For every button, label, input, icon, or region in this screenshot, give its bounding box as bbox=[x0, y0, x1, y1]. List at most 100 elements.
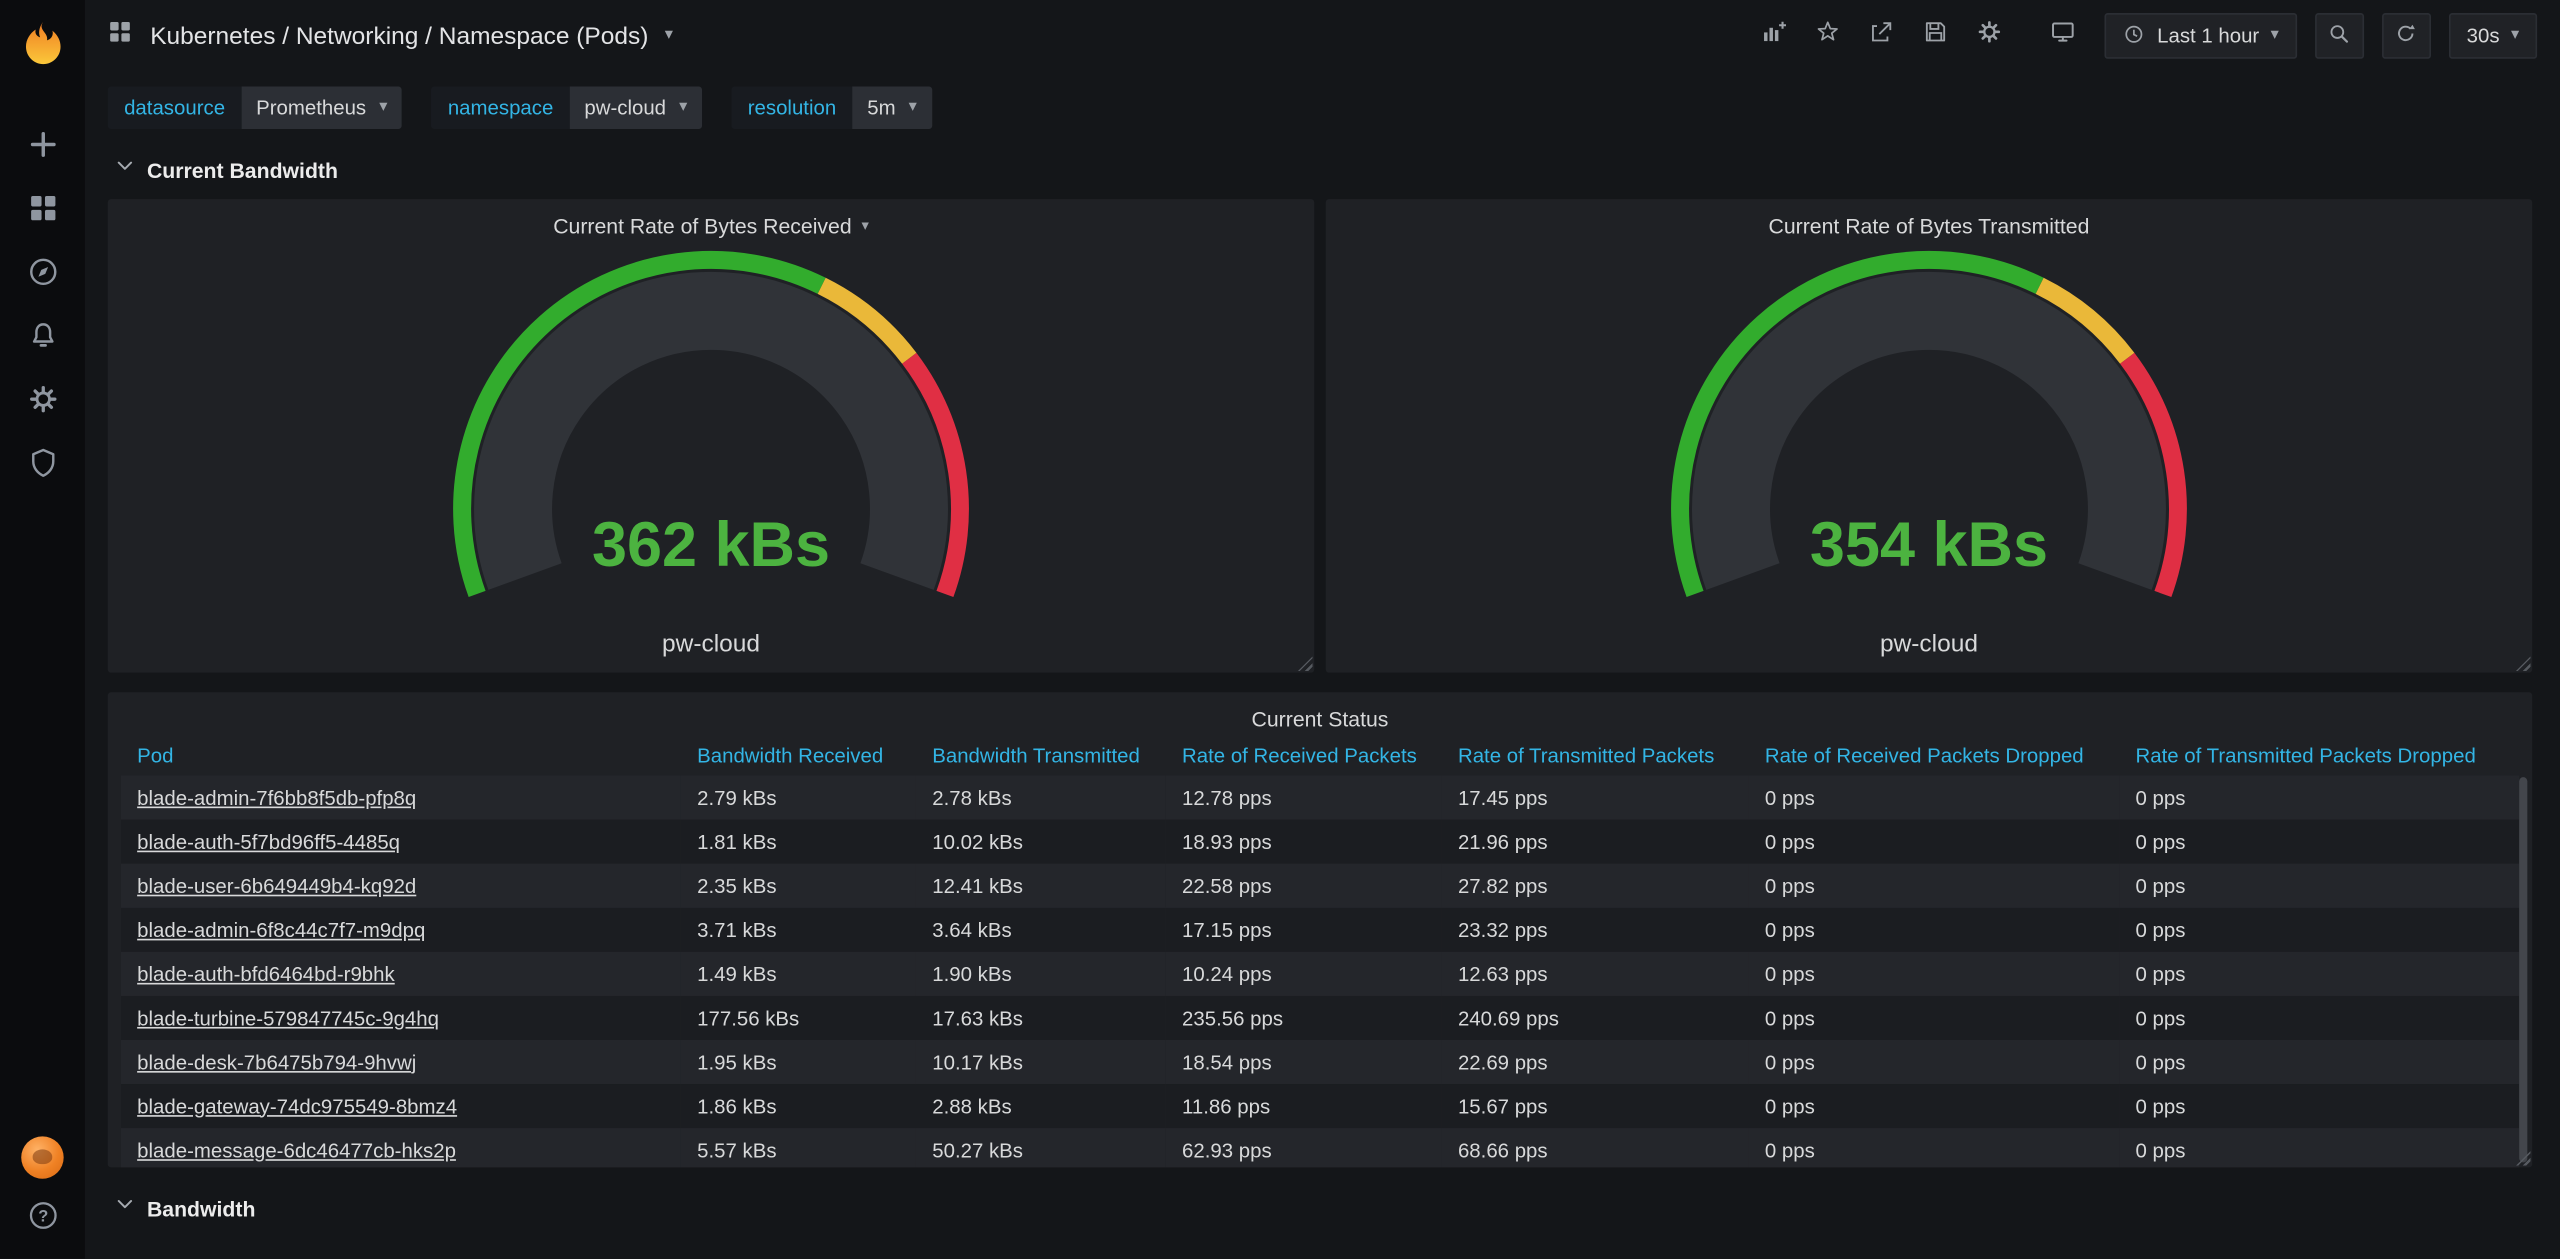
column-header-rate-of-received-packets-dropped[interactable]: Rate of Received Packets Dropped bbox=[1749, 735, 2120, 776]
pod-link[interactable]: blade-user-6b649449b4-kq92d bbox=[137, 874, 416, 897]
pod-link[interactable]: blade-desk-7b6475b794-9hvwj bbox=[137, 1051, 416, 1074]
column-header-pod[interactable]: Pod bbox=[121, 735, 681, 776]
variable-value-dropdown[interactable]: Prometheus ▾ bbox=[241, 87, 402, 129]
table-scrollbar[interactable] bbox=[2519, 777, 2527, 1162]
panel-title-button[interactable]: Current Status bbox=[108, 692, 2532, 734]
help-icon: ? bbox=[25, 1198, 59, 1240]
panel-title-button[interactable]: Current Rate of Bytes Received ▾ bbox=[108, 199, 1315, 241]
bell-icon bbox=[25, 318, 59, 360]
variable-value: pw-cloud bbox=[584, 96, 666, 119]
chevron-down-icon: ▾ bbox=[665, 28, 673, 44]
gear-icon bbox=[1975, 18, 2003, 54]
pod-cell: blade-auth-bfd6464bd-r9bhk bbox=[121, 952, 681, 996]
status-table-body: blade-admin-7f6bb8f5db-pfp8q2.79 kBs2.78… bbox=[121, 776, 2519, 1168]
pod-cell: blade-gateway-74dc975549-8bmz4 bbox=[121, 1084, 681, 1128]
metric-cell: 0 pps bbox=[1749, 908, 2120, 952]
zoom-out-button[interactable] bbox=[2315, 13, 2364, 59]
magnifier-icon bbox=[2327, 21, 2351, 50]
sidebar-bottom: ? bbox=[21, 1136, 63, 1239]
row-toggle-bandwidth[interactable]: Bandwidth bbox=[114, 1193, 2532, 1222]
metric-cell: 0 pps bbox=[1749, 1040, 2120, 1084]
pod-link[interactable]: blade-turbine-579847745c-9g4hq bbox=[137, 1007, 439, 1030]
variable-value-dropdown[interactable]: 5m ▾ bbox=[853, 87, 932, 129]
metric-cell: 17.63 kBs bbox=[916, 996, 1166, 1040]
refresh-button[interactable] bbox=[2382, 13, 2431, 59]
pod-cell: blade-admin-6f8c44c7f7-m9dpq bbox=[121, 908, 681, 952]
metric-cell: 17.15 pps bbox=[1166, 908, 1442, 952]
refresh-interval-button[interactable]: 30s ▾ bbox=[2449, 13, 2537, 59]
gauge-chart: 354 kBs bbox=[1326, 245, 2533, 650]
save-button[interactable] bbox=[1917, 18, 1953, 54]
variable-value-dropdown[interactable]: pw-cloud ▾ bbox=[570, 87, 702, 129]
variable-datasource: datasource Prometheus ▾ bbox=[108, 87, 402, 129]
server-admin-button[interactable] bbox=[23, 447, 62, 486]
metric-cell: 0 pps bbox=[1749, 1128, 2120, 1167]
sidebar: ? bbox=[0, 0, 85, 1259]
metric-cell: 23.32 pps bbox=[1442, 908, 1749, 952]
pod-cell: blade-user-6b649449b4-kq92d bbox=[121, 864, 681, 908]
star-button[interactable] bbox=[1809, 18, 1845, 54]
gauge-value: 362 kBs bbox=[592, 510, 830, 580]
chevron-down-icon: ▾ bbox=[909, 100, 917, 116]
share-button[interactable] bbox=[1863, 18, 1899, 54]
metric-cell: 1.90 kBs bbox=[916, 952, 1166, 996]
time-range-button[interactable]: Last 1 hour ▾ bbox=[2105, 13, 2297, 59]
variable-label: datasource bbox=[108, 87, 242, 129]
alerting-button[interactable] bbox=[23, 320, 62, 359]
configuration-button[interactable] bbox=[23, 384, 62, 423]
metric-cell: 0 pps bbox=[1749, 1084, 2120, 1128]
row-toggle-current-bandwidth[interactable]: Current Bandwidth bbox=[114, 155, 2532, 184]
status-table-header-row: PodBandwidth ReceivedBandwidth Transmitt… bbox=[121, 735, 2519, 776]
pod-link[interactable]: blade-auth-bfd6464bd-r9bhk bbox=[137, 962, 395, 985]
metric-cell: 12.63 pps bbox=[1442, 952, 1749, 996]
pod-cell: blade-admin-7f6bb8f5db-pfp8q bbox=[121, 776, 681, 820]
column-header-bandwidth-received[interactable]: Bandwidth Received bbox=[681, 735, 916, 776]
dashboard-settings-button[interactable] bbox=[1971, 18, 2007, 54]
pod-cell: blade-message-6dc46477cb-hks2p bbox=[121, 1128, 681, 1167]
add-panel-icon bbox=[1760, 18, 1788, 54]
column-header-rate-of-transmitted-packets-dropped[interactable]: Rate of Transmitted Packets Dropped bbox=[2119, 735, 2519, 776]
pod-link[interactable]: blade-admin-6f8c44c7f7-m9dpq bbox=[137, 918, 425, 941]
grafana-logo-icon[interactable] bbox=[17, 18, 68, 69]
svg-text:?: ? bbox=[37, 1208, 47, 1226]
table-row: blade-user-6b649449b4-kq92d2.35 kBs12.41… bbox=[121, 864, 2519, 908]
panel-bytes-received: Current Rate of Bytes Received ▾ 362 kBs… bbox=[108, 199, 1315, 672]
grafana-dashboard: ? Kubernetes / Networking / Namespace (P… bbox=[0, 0, 2560, 1259]
help-button[interactable]: ? bbox=[23, 1200, 62, 1239]
metric-cell: 18.93 pps bbox=[1166, 820, 1442, 864]
gauge-chart: 362 kBs bbox=[108, 245, 1315, 650]
variable-label: resolution bbox=[731, 87, 852, 129]
metric-cell: 62.93 pps bbox=[1166, 1128, 1442, 1167]
dashboard-title-button[interactable]: Kubernetes / Networking / Namespace (Pod… bbox=[106, 18, 673, 54]
metric-cell: 1.81 kBs bbox=[681, 820, 916, 864]
pod-link[interactable]: blade-admin-7f6bb8f5db-pfp8q bbox=[137, 786, 416, 809]
pod-link[interactable]: blade-auth-5f7bd96ff5-4485q bbox=[137, 830, 400, 853]
create-button[interactable] bbox=[23, 129, 62, 168]
variable-value: 5m bbox=[867, 96, 895, 119]
metric-cell: 3.64 kBs bbox=[916, 908, 1166, 952]
column-header-rate-of-received-packets[interactable]: Rate of Received Packets bbox=[1166, 735, 1442, 776]
gear-icon bbox=[25, 382, 59, 424]
cycle-view-button[interactable] bbox=[2044, 18, 2080, 54]
add-panel-button[interactable] bbox=[1755, 18, 1791, 54]
metric-cell: 12.41 kBs bbox=[916, 864, 1166, 908]
column-header-bandwidth-transmitted[interactable]: Bandwidth Transmitted bbox=[916, 735, 1166, 776]
user-avatar[interactable] bbox=[21, 1136, 63, 1178]
metric-cell: 5.57 kBs bbox=[681, 1128, 916, 1167]
pod-link[interactable]: blade-message-6dc46477cb-hks2p bbox=[137, 1139, 456, 1162]
explore-button[interactable] bbox=[23, 256, 62, 295]
panel-title-text: Current Rate of Bytes Transmitted bbox=[1769, 213, 2090, 237]
variables-row: datasource Prometheus ▾ namespace pw-clo… bbox=[108, 87, 2532, 129]
metric-cell: 0 pps bbox=[1749, 952, 2120, 996]
dashboards-button[interactable] bbox=[23, 193, 62, 232]
column-header-rate-of-transmitted-packets[interactable]: Rate of Transmitted Packets bbox=[1442, 735, 1749, 776]
dashboard-title: Kubernetes / Networking / Namespace (Pod… bbox=[150, 22, 648, 50]
metric-cell: 18.54 pps bbox=[1166, 1040, 1442, 1084]
metric-cell: 0 pps bbox=[2119, 908, 2519, 952]
variable-value: Prometheus bbox=[256, 96, 366, 119]
pod-link[interactable]: blade-gateway-74dc975549-8bmz4 bbox=[137, 1095, 457, 1118]
gauge-value: 354 kBs bbox=[1810, 510, 2048, 580]
metric-cell: 50.27 kBs bbox=[916, 1128, 1166, 1167]
panel-title-button[interactable]: Current Rate of Bytes Transmitted bbox=[1326, 199, 2533, 241]
sidebar-menu bbox=[23, 129, 62, 487]
